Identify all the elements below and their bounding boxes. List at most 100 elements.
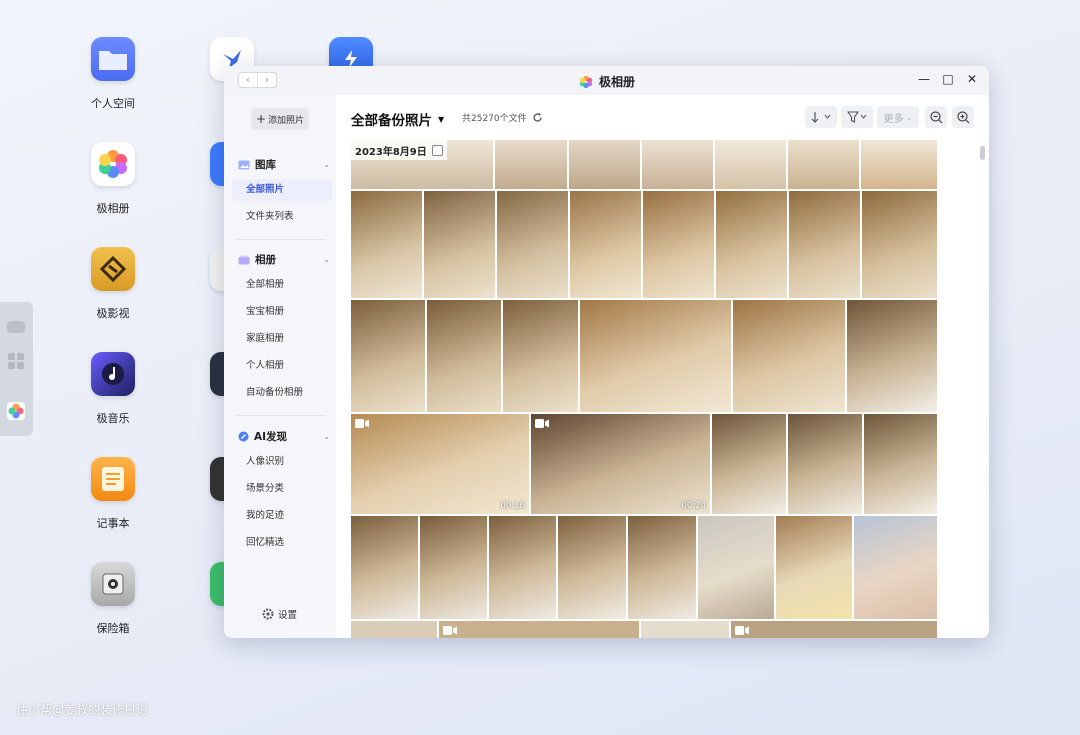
desktop-icon-video[interactable]: 极影视 xyxy=(68,247,158,321)
settings-button[interactable]: 设置 xyxy=(262,607,297,621)
close-button[interactable]: ✕ xyxy=(965,72,979,86)
desktop-icon-safe[interactable]: 保险箱 xyxy=(68,562,158,636)
photos-icon xyxy=(579,75,593,88)
notes-icon xyxy=(91,457,135,501)
photo-thumbnail[interactable] xyxy=(712,414,786,514)
zoom-out-button[interactable] xyxy=(925,106,947,128)
sidebar-item-all-albums[interactable]: 全部相册 xyxy=(232,274,332,296)
photo-thumbnail[interactable] xyxy=(776,516,852,619)
video-thumbnail[interactable]: 00:24 xyxy=(531,414,710,514)
maximize-button[interactable]: □ xyxy=(941,72,955,86)
desktop-icon-notes[interactable]: 记事本 xyxy=(68,457,158,531)
section-gallery[interactable]: 图库 ⌄ xyxy=(238,157,332,172)
desktop-icon-label: 个人空间 xyxy=(91,97,135,110)
photo-thumbnail[interactable] xyxy=(489,516,556,619)
video-thumbnail[interactable] xyxy=(439,621,639,638)
photo-thumbnail[interactable] xyxy=(427,300,501,412)
chevron-down-icon: ⌄ xyxy=(323,432,330,441)
window-controls: — □ ✕ xyxy=(917,72,979,86)
photo-thumbnail[interactable] xyxy=(580,300,731,412)
back-button[interactable]: ‹ xyxy=(239,73,257,87)
photo-thumbnail[interactable] xyxy=(864,414,937,514)
more-button[interactable]: 更多 ⌄ xyxy=(877,106,919,128)
video-camera-icon xyxy=(735,626,749,635)
photo-thumbnail[interactable] xyxy=(698,516,774,619)
video-camera-icon xyxy=(355,419,369,428)
sidebar-item-all-photos[interactable]: 全部照片 xyxy=(232,179,332,201)
photo-thumbnail[interactable] xyxy=(862,191,937,298)
file-count-text: 共25270个文件 xyxy=(462,114,527,124)
video-duration: 00:24 xyxy=(681,501,707,511)
section-albums[interactable]: 相册 ⌄ xyxy=(238,252,332,267)
photos-dock-icon[interactable] xyxy=(7,402,25,420)
video-camera-icon xyxy=(443,626,457,635)
photo-thumbnail[interactable] xyxy=(788,140,859,189)
sidebar-item-baby-album[interactable]: 宝宝相册 xyxy=(232,301,332,323)
photo-thumbnail[interactable] xyxy=(420,516,487,619)
forward-button[interactable]: › xyxy=(257,73,276,87)
zoom-out-icon xyxy=(929,110,942,123)
select-date-checkbox[interactable] xyxy=(431,144,443,156)
plus-icon: + xyxy=(255,112,267,126)
sidebar: + 添加照片 图库 ⌄ 全部照片 文件夹列表 相册 ⌄ 全部相册 宝宝相册 家庭… xyxy=(224,95,336,638)
sidebar-item-memories[interactable]: 回忆精选 xyxy=(232,532,332,554)
photo-thumbnail[interactable] xyxy=(351,621,437,638)
sidebar-item-scene-classification[interactable]: 场景分类 xyxy=(232,478,332,500)
sidebar-item-personal-album[interactable]: 个人相册 xyxy=(232,355,332,377)
photo-thumbnail[interactable] xyxy=(351,191,422,298)
refresh-icon[interactable] xyxy=(532,112,543,123)
minimize-button[interactable]: — xyxy=(917,72,931,86)
photo-thumbnail[interactable] xyxy=(570,191,641,298)
photo-thumbnail[interactable] xyxy=(641,621,729,638)
sort-button[interactable] xyxy=(805,106,837,128)
photo-thumbnail[interactable] xyxy=(628,516,696,619)
filter-button[interactable] xyxy=(841,106,873,128)
sidebar-item-family-album[interactable]: 家庭相册 xyxy=(232,328,332,350)
photo-thumbnail[interactable] xyxy=(733,300,845,412)
zoom-in-button[interactable] xyxy=(952,106,974,128)
apps-grid-icon[interactable] xyxy=(7,352,25,370)
photo-thumbnail[interactable] xyxy=(861,140,937,189)
photo-thumbnail[interactable] xyxy=(569,140,640,189)
drive-icon[interactable] xyxy=(7,321,25,333)
photo-thumbnail[interactable] xyxy=(643,191,714,298)
video-camera-icon xyxy=(535,419,549,428)
photo-thumbnail[interactable] xyxy=(424,191,495,298)
sidebar-item-face-recognition[interactable]: 人像识别 xyxy=(232,451,332,473)
window-title: 极相册 xyxy=(579,73,635,90)
scrollbar-thumb[interactable] xyxy=(980,146,985,160)
photo-thumbnail[interactable] xyxy=(351,300,425,412)
desktop-icon-music[interactable]: 极音乐 xyxy=(68,352,158,426)
photo-thumbnail[interactable] xyxy=(716,191,787,298)
music-icon xyxy=(91,352,135,396)
photo-thumbnail[interactable] xyxy=(788,414,862,514)
video-duration: 00:16 xyxy=(500,501,526,511)
photo-thumbnail[interactable] xyxy=(351,516,418,619)
more-label: 更多 xyxy=(883,113,904,125)
photo-grid: 2023年8月9日 00:16 00:24 xyxy=(351,140,937,638)
desktop-icon-personal-space[interactable]: 个人空间 xyxy=(68,37,158,111)
photo-thumbnail[interactable] xyxy=(642,140,713,189)
add-photos-button[interactable]: + 添加照片 xyxy=(251,108,309,130)
page-title[interactable]: 全部备份照片 ▼ xyxy=(351,109,444,129)
desktop-icon-label: 极相册 xyxy=(96,202,130,215)
sidebar-item-folder-list[interactable]: 文件夹列表 xyxy=(232,206,332,228)
sidebar-item-auto-backup-album[interactable]: 自动备份相册 xyxy=(232,382,332,404)
photo-thumbnail[interactable] xyxy=(789,191,860,298)
photo-thumbnail[interactable] xyxy=(854,516,937,619)
video-thumbnail[interactable] xyxy=(731,621,937,638)
photo-thumbnail[interactable] xyxy=(503,300,578,412)
desktop-icon-photos[interactable]: 极相册 xyxy=(68,142,158,216)
photo-thumbnail[interactable] xyxy=(495,140,567,189)
photo-thumbnail[interactable] xyxy=(847,300,937,412)
window-title-text: 极相册 xyxy=(599,75,636,89)
sidebar-item-my-footprint[interactable]: 我的足迹 xyxy=(232,505,332,527)
side-dock xyxy=(0,302,33,436)
photo-thumbnail[interactable] xyxy=(497,191,568,298)
gallery-icon xyxy=(238,160,250,169)
video-icon xyxy=(91,247,135,291)
video-thumbnail[interactable]: 00:16 xyxy=(351,414,529,514)
photo-thumbnail[interactable] xyxy=(558,516,626,619)
photo-thumbnail[interactable] xyxy=(715,140,786,189)
section-ai-discover[interactable]: AI发现 ⌄ xyxy=(238,429,332,444)
